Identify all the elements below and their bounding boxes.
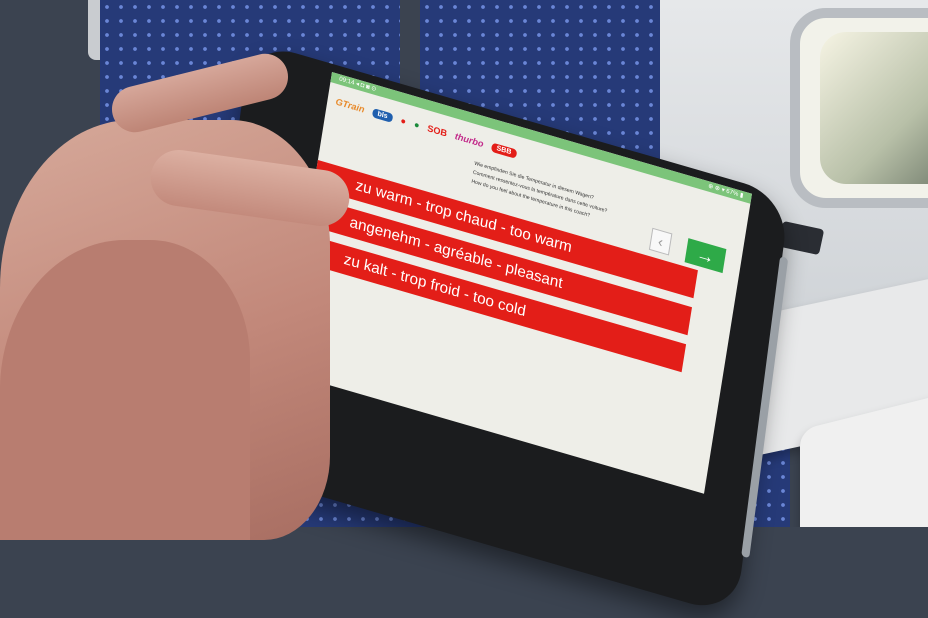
logo-sbb: SBB: [490, 142, 518, 159]
logo-gtrain: GTrain: [334, 96, 366, 115]
logo-thurbo: thurbo: [454, 130, 485, 150]
logo-red-circle: ●: [399, 115, 407, 127]
logo-green-circle: ●: [413, 119, 421, 131]
hand-knuckles: [0, 240, 250, 540]
logo-bls: bls: [371, 107, 394, 123]
back-button[interactable]: ‹: [648, 227, 673, 256]
tablet-side-edge: [741, 256, 789, 559]
logo-sob: SOB: [426, 122, 448, 139]
